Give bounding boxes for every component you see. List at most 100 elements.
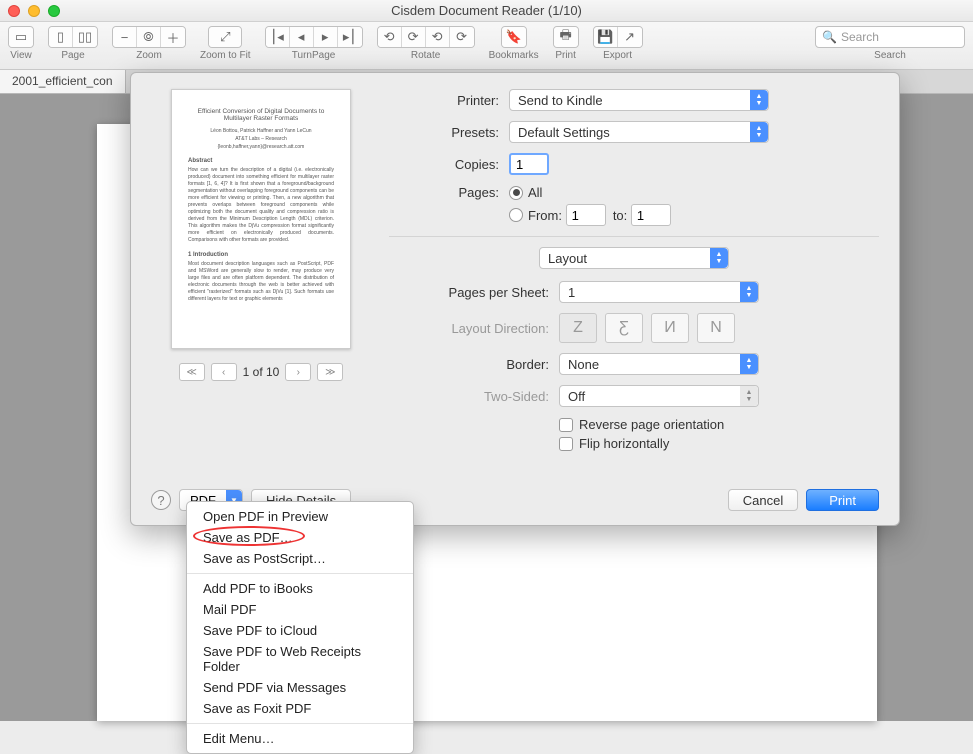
- pdf-dropdown-menu: Open PDF in Preview Save as PDF… Save as…: [186, 501, 414, 754]
- pps-select[interactable]: 1 ▲▼: [559, 281, 759, 303]
- reverse-orientation-checkbox[interactable]: [559, 418, 573, 432]
- zoom-actual-button[interactable]: ⦾: [137, 27, 161, 47]
- menu-mail-pdf[interactable]: Mail PDF: [187, 599, 413, 620]
- layout-dir-2[interactable]: Ƹ: [605, 313, 643, 343]
- select-arrows-icon: ▲▼: [750, 122, 768, 142]
- thumb-abstract-body: How can we turn the description of a dig…: [188, 167, 334, 244]
- twosided-select: Off ▲▼: [559, 385, 759, 407]
- menu-save-web-receipts[interactable]: Save PDF to Web Receipts Folder: [187, 641, 413, 677]
- thumb-authors: Léon Bottou, Patrick Haffner and Yann Le…: [188, 128, 334, 134]
- printer-select[interactable]: Send to Kindle ▲▼: [509, 89, 769, 111]
- cancel-button[interactable]: Cancel: [728, 489, 798, 511]
- thumb-title: Efficient Conversion of Digital Document…: [188, 108, 334, 122]
- presets-select[interactable]: Default Settings ▲▼: [509, 121, 769, 143]
- export-share-button[interactable]: ↗: [618, 27, 642, 47]
- rotate-all-right-button[interactable]: ⟳: [450, 27, 474, 47]
- search-icon: 🔍: [822, 30, 837, 44]
- pages-label: Pages:: [389, 185, 499, 200]
- preview-prev-button[interactable]: ‹: [211, 363, 237, 381]
- search-placeholder: Search: [841, 30, 879, 44]
- pages-all-radio[interactable]: [509, 186, 523, 200]
- preview-next-button[interactable]: ›: [285, 363, 311, 381]
- layout-dir-4[interactable]: N: [697, 313, 735, 343]
- next-page-button[interactable]: ▸: [314, 27, 338, 47]
- rotate-left-button[interactable]: ⟲: [378, 27, 402, 47]
- rotate-right-button[interactable]: ⟳: [402, 27, 426, 47]
- menu-open-preview[interactable]: Open PDF in Preview: [187, 506, 413, 527]
- thumb-affil: AT&T Labs – Research: [188, 136, 334, 142]
- layout-direction-group: Z Ƹ И N: [559, 313, 735, 343]
- layout-dir-3[interactable]: И: [651, 313, 689, 343]
- select-arrows-icon: ▲▼: [710, 248, 728, 268]
- menu-save-as-foxit[interactable]: Save as Foxit PDF: [187, 698, 413, 719]
- help-button[interactable]: ?: [151, 490, 171, 510]
- border-value: None: [568, 357, 599, 372]
- menu-save-as-pdf[interactable]: Save as PDF…: [187, 527, 413, 548]
- print-preview-thumbnail: Efficient Conversion of Digital Document…: [171, 89, 351, 349]
- bookmarks-button[interactable]: 🔖: [502, 27, 526, 47]
- toolbar-label-turnpage: TurnPage: [292, 50, 336, 61]
- view-mode-button[interactable]: ▭: [9, 27, 33, 47]
- select-arrows-icon: ▲▼: [740, 386, 758, 406]
- reverse-orientation-label: Reverse page orientation: [579, 417, 724, 432]
- select-arrows-icon: ▲▼: [740, 282, 758, 302]
- pps-value: 1: [568, 285, 575, 300]
- pages-all-label: All: [528, 185, 542, 200]
- menu-save-to-icloud[interactable]: Save PDF to iCloud: [187, 620, 413, 641]
- pages-from-input[interactable]: [566, 204, 606, 226]
- export-save-button[interactable]: 💾: [594, 27, 618, 47]
- toolbar-label-page: Page: [61, 50, 84, 61]
- twosided-label: Two-Sided:: [389, 389, 549, 404]
- first-page-button[interactable]: ⎮◂: [266, 27, 290, 47]
- flip-horizontal-checkbox[interactable]: [559, 437, 573, 451]
- menu-add-to-ibooks[interactable]: Add PDF to iBooks: [187, 578, 413, 599]
- menu-separator: [187, 723, 413, 724]
- section-value: Layout: [548, 251, 587, 266]
- copies-input[interactable]: [509, 153, 549, 175]
- menu-edit-menu[interactable]: Edit Menu…: [187, 728, 413, 749]
- zoom-in-button[interactable]: ＋: [161, 27, 185, 47]
- thumb-intro-body: Most document description languages such…: [188, 261, 334, 303]
- preview-page-indicator: 1 of 10: [243, 365, 280, 379]
- pages-to-input[interactable]: [631, 204, 671, 226]
- window-title: Cisdem Document Reader (1/10): [0, 3, 973, 18]
- document-tab[interactable]: 2001_efficient_con: [0, 70, 126, 93]
- divider: [389, 236, 879, 237]
- last-page-button[interactable]: ▸⎮: [338, 27, 362, 47]
- thumb-email: {leonb,haffner,yann}@research.att.com: [188, 144, 334, 150]
- rotate-all-left-button[interactable]: ⟲: [426, 27, 450, 47]
- toolbar-label-rotate: Rotate: [411, 50, 440, 61]
- zoom-to-fit-button[interactable]: ⤢: [209, 27, 241, 47]
- pages-range-radio[interactable]: [509, 208, 523, 222]
- preview-pager: ≪ ‹ 1 of 10 › ≫: [179, 363, 344, 381]
- printer-label: Printer:: [389, 93, 499, 108]
- main-toolbar: ▭ View ▯ ▯▯ Page − ⦾ ＋ Zoom ⤢ Zoom to Fi…: [0, 22, 973, 70]
- menu-save-as-postscript[interactable]: Save as PostScript…: [187, 548, 413, 569]
- menu-send-via-messages[interactable]: Send PDF via Messages: [187, 677, 413, 698]
- twosided-value: Off: [568, 389, 585, 404]
- select-arrows-icon: ▲▼: [740, 354, 758, 374]
- prev-page-button[interactable]: ◂: [290, 27, 314, 47]
- preview-last-button[interactable]: ≫: [317, 363, 343, 381]
- presets-value: Default Settings: [518, 125, 610, 140]
- page-facing-button[interactable]: ▯▯: [73, 27, 97, 47]
- print-confirm-button[interactable]: Print: [806, 489, 879, 511]
- menu-separator: [187, 573, 413, 574]
- thumb-intro-h: 1 Introduction: [188, 252, 334, 258]
- search-field[interactable]: 🔍 Search: [815, 26, 965, 48]
- border-select[interactable]: None ▲▼: [559, 353, 759, 375]
- pages-from-label: From:: [528, 208, 562, 223]
- window-titlebar: Cisdem Document Reader (1/10): [0, 0, 973, 22]
- page-single-button[interactable]: ▯: [49, 27, 73, 47]
- thumb-abstract-h: Abstract: [188, 158, 334, 164]
- presets-label: Presets:: [389, 125, 499, 140]
- section-select[interactable]: Layout ▲▼: [539, 247, 729, 269]
- select-arrows-icon: ▲▼: [750, 90, 768, 110]
- layout-dir-1[interactable]: Z: [559, 313, 597, 343]
- preview-first-button[interactable]: ≪: [179, 363, 205, 381]
- print-button[interactable]: 🖶: [554, 27, 578, 47]
- printer-value: Send to Kindle: [518, 93, 603, 108]
- zoom-out-button[interactable]: −: [113, 27, 137, 47]
- pages-to-label: to:: [613, 208, 627, 223]
- copies-label: Copies:: [389, 157, 499, 172]
